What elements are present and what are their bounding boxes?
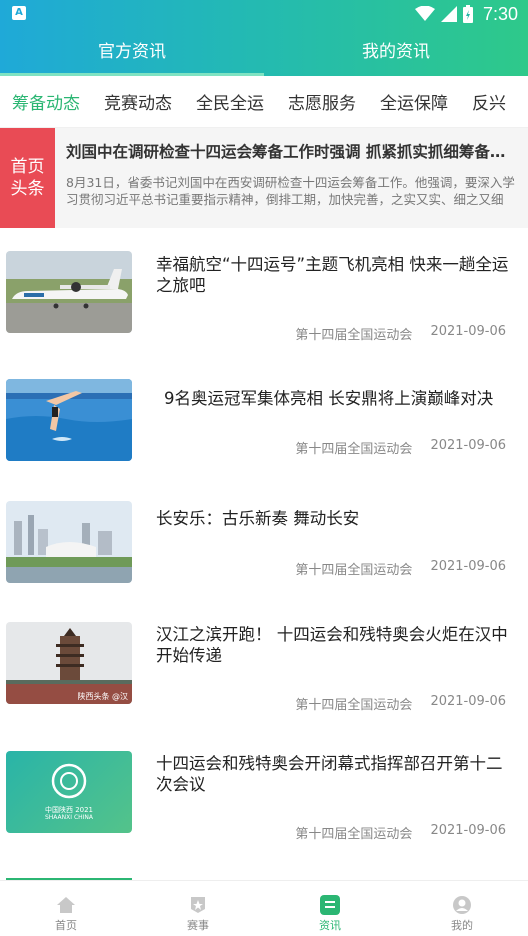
news-thumbnail-city — [6, 501, 132, 583]
news-date: 2021-09-06 — [430, 438, 506, 453]
headline-badge: 首页 头条 — [0, 128, 55, 228]
news-meta: 第十四届全国运动会 2021-09-06 — [295, 324, 506, 343]
news-meta: 第十四届全国运动会 2021-09-06 — [295, 438, 506, 457]
category-tab-bar[interactable]: 筹备动态 竞赛动态 全民全运 志愿服务 全运保障 反兴 — [0, 76, 528, 128]
bottom-nav: 首页 赛事 资讯 我的 — [0, 880, 528, 936]
nav-events-label: 赛事 — [187, 919, 209, 932]
category-tab-volunteer[interactable]: 志愿服务 — [276, 89, 368, 114]
thumbnail-watermark: 陕西头条 @汉 — [77, 692, 128, 701]
app-notification-icon: A — [12, 6, 26, 20]
news-source: 第十四届全国运动会 — [295, 328, 413, 343]
news-date: 2021-09-06 — [430, 694, 506, 709]
news-date: 2021-09-06 — [430, 559, 506, 574]
news-item[interactable]: 中国陕西 2021 SHAANXI CHINA 十四运会和残特奥会开闭幕式指挥部… — [0, 729, 528, 857]
headline-badge-line2: 头条 — [10, 179, 45, 199]
headline-badge-line1: 首页 — [10, 157, 45, 177]
nav-home-label: 首页 — [55, 919, 77, 932]
news-thumbnail-logo: 中国陕西 2021 SHAANXI CHINA — [6, 751, 132, 833]
battery-icon — [462, 5, 473, 23]
news-meta: 第十四届全国运动会 2021-09-06 — [295, 823, 506, 842]
status-time: 7:30 — [482, 3, 518, 24]
nav-home[interactable]: 首页 — [0, 881, 132, 936]
news-source: 第十四届全国运动会 — [295, 563, 413, 578]
news-source: 第十四届全国运动会 — [295, 827, 413, 842]
header: A 7:30 官方资讯 我的资讯 — [0, 0, 528, 76]
news-title: 十四运会和残特奥会开闭幕式指挥部召开第十二次会议 — [156, 754, 503, 794]
news-title: 9名奥运冠军集体亮相 长安鼎将上演巅峰对决 — [164, 389, 494, 408]
news-meta: 第十四届全国运动会 2021-09-06 — [295, 559, 506, 578]
news-thumbnail-tower: 陕西头条 @汉 — [6, 622, 132, 704]
news-source: 第十四届全国运动会 — [295, 698, 413, 713]
badge-icon — [188, 895, 208, 915]
category-tab-competition[interactable]: 竞赛动态 — [92, 89, 184, 114]
news-icon — [320, 895, 340, 915]
nav-profile[interactable]: 我的 — [396, 881, 528, 936]
news-thumbnail-airplane — [6, 251, 132, 333]
news-source: 第十四届全国运动会 — [295, 442, 413, 457]
status-bar: A 7:30 — [0, 0, 528, 28]
news-item[interactable]: 陕西头条 @汉 汉江之滨开跑！ 十四运会和残特奥会火炬在汉中开始传递 第十四届全… — [0, 600, 528, 728]
nav-news[interactable]: 资讯 — [264, 881, 396, 936]
tab-official-news[interactable]: 官方资讯 — [0, 32, 264, 76]
nav-events[interactable]: 赛事 — [132, 881, 264, 936]
category-tab-fitness[interactable]: 全民全运 — [184, 89, 276, 114]
news-thumbnail-diver — [6, 379, 132, 461]
headline-card[interactable]: 首页 头条 刘国中在调研检查十四运会筹备工作时强调 抓紧抓实抓细筹备工作 8月3… — [0, 128, 528, 228]
nav-news-label: 资讯 — [319, 919, 341, 932]
profile-icon — [452, 895, 472, 915]
wifi-icon — [414, 6, 435, 21]
category-tab-support[interactable]: 全运保障 — [368, 89, 460, 114]
news-meta: 第十四届全国运动会 2021-09-06 — [295, 694, 506, 713]
news-date: 2021-09-06 — [430, 823, 506, 838]
category-tab-antidoping[interactable]: 反兴 — [460, 89, 518, 114]
news-item[interactable]: 幸福航空“十四运号”主题飞机亮相 快来一趟全运之旅吧 第十四届全国运动会 202… — [0, 228, 528, 356]
status-indicators: 7:30 — [414, 3, 518, 25]
headline-title: 刘国中在调研检查十四运会筹备工作时强调 抓紧抓实抓细筹备工作 — [66, 143, 520, 161]
news-title: 长安乐：古乐新奏 舞动长安 — [156, 509, 360, 528]
news-date: 2021-09-06 — [430, 324, 506, 339]
news-list: 幸福航空“十四运号”主题飞机亮相 快来一趟全运之旅吧 第十四届全国运动会 202… — [0, 228, 528, 842]
home-icon — [56, 895, 76, 915]
top-tab-bar: 官方资讯 我的资讯 — [0, 32, 528, 76]
logo-caption-en: SHAANXI CHINA — [44, 814, 94, 821]
headline-summary: 8月31日，省委书记刘国中在西安调研检查十四运会筹备工作。他强调，要深入学习贯彻… — [66, 175, 515, 207]
signal-icon — [440, 6, 457, 22]
news-item[interactable]: 9名奥运冠军集体亮相 长安鼎将上演巅峰对决 第十四届全国运动会 2021-09-… — [0, 356, 528, 484]
news-item[interactable]: 长安乐：古乐新奏 舞动长安 第十四届全国运动会 2021-09-06 — [0, 478, 528, 606]
news-title: 幸福航空“十四运号”主题飞机亮相 快来一趟全运之旅吧 — [156, 255, 509, 295]
nav-profile-label: 我的 — [451, 919, 473, 932]
news-title: 汉江之滨开跑！ 十四运会和残特奥会火炬在汉中开始传递 — [156, 625, 508, 665]
tab-my-news[interactable]: 我的资讯 — [264, 32, 528, 76]
category-tab-preparation[interactable]: 筹备动态 — [0, 89, 92, 114]
